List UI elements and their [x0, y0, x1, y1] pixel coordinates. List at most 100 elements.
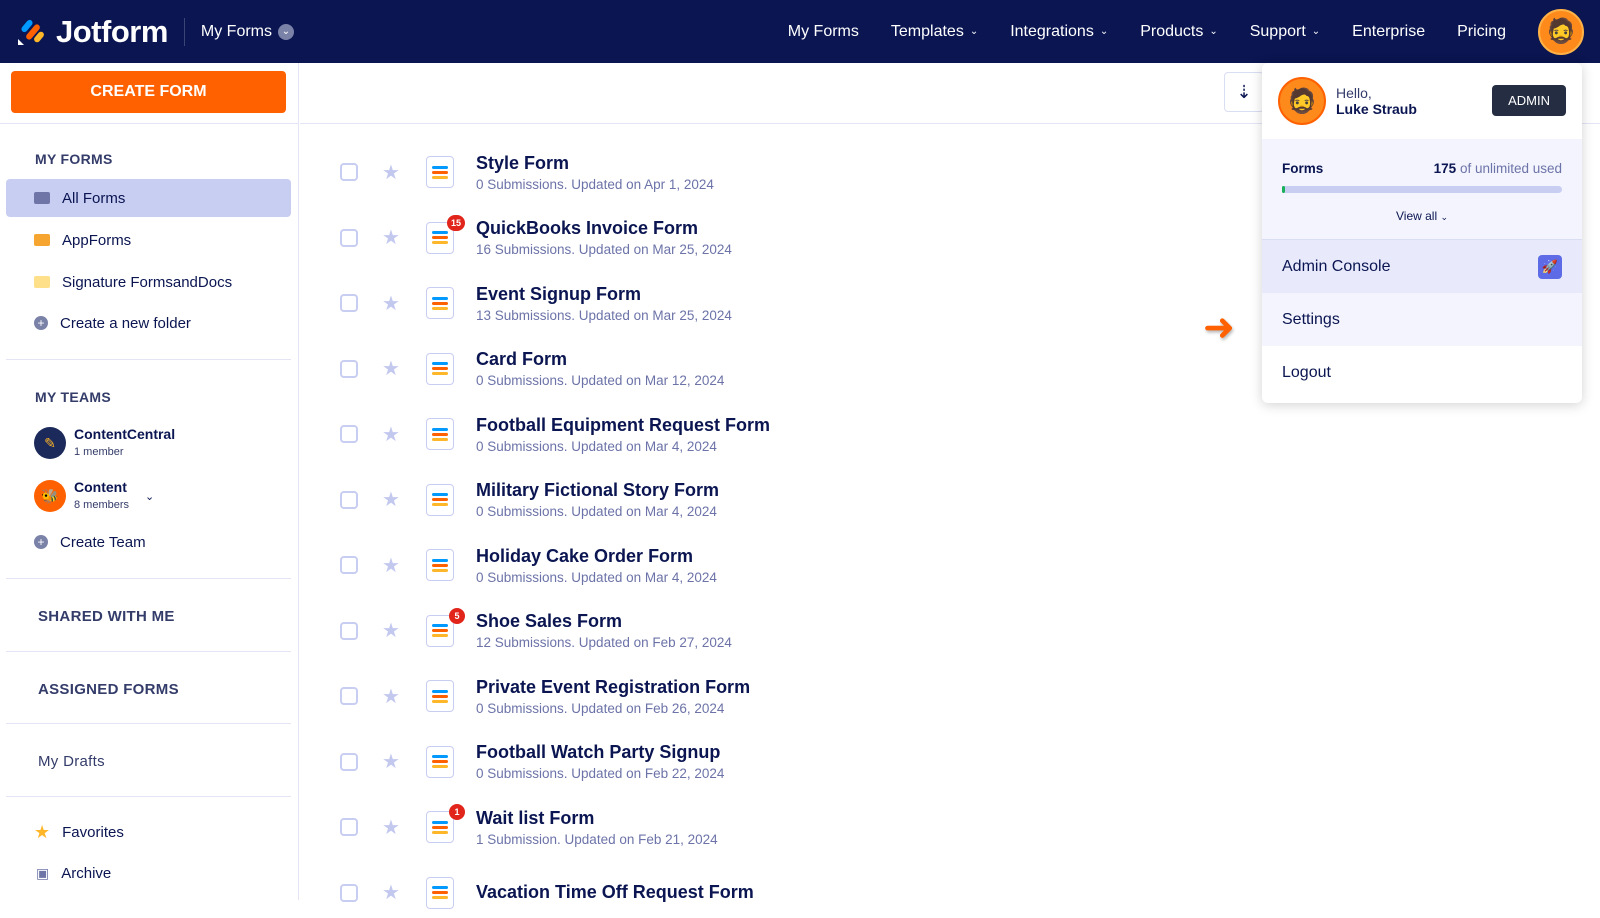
form-info: Wait list Form 1 Submission. Updated on F… — [476, 808, 718, 847]
form-title[interactable]: Military Fictional Story Form — [476, 480, 719, 501]
user-avatar-button[interactable]: 🧔 — [1538, 8, 1584, 55]
sidebar-folder[interactable]: AppForms — [6, 221, 291, 259]
admin-badge-button[interactable]: ADMIN — [1492, 85, 1566, 116]
row-checkbox[interactable] — [340, 621, 358, 640]
team-avatar: ✎ — [34, 427, 66, 459]
form-title[interactable]: Football Equipment Request Form — [476, 415, 770, 436]
nav-pricing[interactable]: Pricing — [1457, 23, 1506, 41]
divider — [6, 723, 291, 724]
form-title[interactable]: Shoe Sales Form — [476, 611, 732, 632]
nav-support[interactable]: Support ⌄ — [1250, 23, 1320, 41]
form-row[interactable]: ★ Card Form 0 Submissions. Updated on Mar … — [340, 344, 724, 394]
row-checkbox[interactable] — [340, 752, 358, 771]
row-checkbox[interactable] — [340, 556, 358, 574]
admin-console-label: Admin Console — [1282, 257, 1391, 275]
form-title[interactable]: Event Signup Form — [476, 284, 732, 305]
form-info: Military Fictional Story Form 0 Submissio… — [476, 480, 719, 519]
form-row[interactable]: ★ Event Signup Form 13 Submissions. Update… — [340, 278, 732, 328]
context-dropdown[interactable]: My Forms ⌄ — [201, 23, 294, 41]
chevron-down-icon[interactable]: ⌄ — [145, 490, 154, 503]
form-meta: 0 Submissions. Updated on Feb 22, 2024 — [476, 766, 725, 781]
create-form-button[interactable]: CREATE FORM — [11, 71, 286, 113]
sidebar: CREATE FORM MY FORMS All Forms AppForms Si… — [0, 63, 299, 900]
create-team-link[interactable]: + Create Team — [6, 523, 291, 561]
star-icon[interactable]: ★ — [382, 225, 402, 250]
nav-enterprise[interactable]: Enterprise — [1352, 23, 1425, 41]
my-teams-heading: MY TEAMS — [35, 389, 112, 405]
form-info: Event Signup Form 13 Submissions. Updated… — [476, 284, 732, 323]
form-icon — [426, 680, 454, 712]
form-info: Football Equipment Request Form 0 Submiss… — [476, 415, 770, 454]
star-icon[interactable]: ★ — [382, 815, 402, 840]
favorites-label: Favorites — [62, 823, 124, 841]
assigned-forms-link[interactable]: ASSIGNED FORMS — [38, 681, 179, 698]
create-folder-link[interactable]: + Create a new folder — [6, 304, 291, 342]
form-row[interactable]: ★ Vacation Time Off Request Form — [340, 868, 754, 918]
form-icon: 1 — [426, 804, 465, 843]
form-icon — [426, 352, 454, 385]
form-row[interactable]: ★ Football Watch Party Signup 0 Submission… — [340, 737, 724, 787]
star-icon[interactable]: ★ — [382, 618, 402, 643]
folder-label: AppForms — [62, 231, 132, 249]
row-checkbox[interactable] — [340, 883, 358, 902]
plus-icon: + — [34, 316, 48, 330]
star-icon[interactable]: ★ — [382, 553, 402, 578]
nav-integrations[interactable]: Integrations ⌄ — [1010, 23, 1108, 41]
my-drafts-link[interactable]: My Drafts — [38, 753, 105, 770]
context-label: My Forms — [200, 22, 272, 40]
star-icon[interactable]: ★ — [382, 487, 402, 512]
form-meta: 13 Submissions. Updated on Mar 25, 2024 — [476, 307, 732, 323]
row-checkbox[interactable] — [340, 818, 358, 836]
form-title[interactable]: Style Form — [476, 153, 714, 174]
menu-item-logout[interactable]: Logout — [1262, 346, 1582, 399]
star-icon[interactable]: ★ — [382, 880, 402, 905]
form-icon — [426, 156, 454, 188]
divider — [6, 578, 291, 579]
star-icon[interactable]: ★ — [382, 422, 402, 447]
row-checkbox[interactable] — [340, 359, 358, 378]
form-title[interactable]: Holiday Cake Order Form — [476, 546, 717, 567]
team-content[interactable]: 🐝 Content 8 members ⌄ — [34, 479, 154, 513]
sidebar-folder[interactable]: All Forms — [6, 179, 291, 217]
divider — [183, 17, 185, 46]
form-row[interactable]: ★ Military Fictional Story Form 0 Submissi… — [340, 475, 719, 525]
shared-with-me-link[interactable]: SHARED WITH ME — [38, 608, 175, 625]
form-title[interactable]: QuickBooks Invoice Form — [476, 218, 732, 239]
nav-my-forms[interactable]: My Forms — [788, 23, 859, 41]
form-row[interactable]: ★ Style Form 0 Submissions. Updated on Apr… — [340, 147, 714, 197]
row-checkbox[interactable] — [340, 490, 358, 509]
form-title[interactable]: Private Event Registration Form — [476, 677, 750, 698]
row-checkbox[interactable] — [340, 228, 358, 247]
jotform-logo[interactable]: Jotform — [16, 14, 168, 50]
form-row[interactable]: ★ 1 Wait list Form 1 Submission. Updated on… — [340, 802, 718, 852]
form-title[interactable]: Wait list Form — [476, 808, 718, 829]
form-row[interactable]: ★ Football Equipment Request Form 0 Submis… — [340, 409, 770, 459]
form-row[interactable]: ★ Holiday Cake Order Form 0 Submissions. U… — [340, 540, 717, 590]
archive-link[interactable]: ▣ Archive — [6, 854, 291, 892]
team-contentcentral[interactable]: ✎ ContentCentral 1 member — [34, 426, 175, 460]
star-icon[interactable]: ★ — [382, 160, 402, 185]
star-icon[interactable]: ★ — [382, 291, 402, 316]
row-checkbox[interactable] — [340, 163, 358, 181]
star-icon[interactable]: ★ — [382, 684, 402, 709]
form-title[interactable]: Football Watch Party Signup — [476, 742, 724, 763]
usage-progress-fill — [1282, 186, 1285, 193]
menu-item-admin-console[interactable]: Admin Console 🚀 — [1262, 240, 1582, 293]
sort-button[interactable]: ⇣ — [1224, 72, 1264, 112]
menu-item-settings[interactable]: Settings — [1262, 293, 1582, 346]
form-row[interactable]: ★ Private Event Registration Form 0 Submis… — [340, 671, 750, 721]
view-all-button[interactable]: View all ⌄ — [1282, 209, 1562, 223]
form-row[interactable]: ★ 15 QuickBooks Invoice Form 16 Submissions… — [340, 213, 732, 263]
nav-templates[interactable]: Templates ⌄ — [891, 23, 978, 41]
star-icon[interactable]: ★ — [382, 749, 402, 774]
row-checkbox[interactable] — [340, 687, 358, 705]
star-icon[interactable]: ★ — [382, 356, 402, 381]
row-checkbox[interactable] — [340, 294, 358, 312]
form-info: Football Watch Party Signup 0 Submissions… — [476, 742, 724, 781]
form-title[interactable]: Card Form — [476, 349, 724, 370]
nav-products[interactable]: Products ⌄ — [1140, 23, 1218, 41]
row-checkbox[interactable] — [340, 425, 358, 443]
favorites-link[interactable]: ★ Favorites — [6, 813, 291, 851]
sidebar-folder[interactable]: Signature FormsandDocs — [6, 263, 291, 301]
form-row[interactable]: ★ 5 Shoe Sales Form 12 Submissions. Updated… — [340, 606, 732, 656]
